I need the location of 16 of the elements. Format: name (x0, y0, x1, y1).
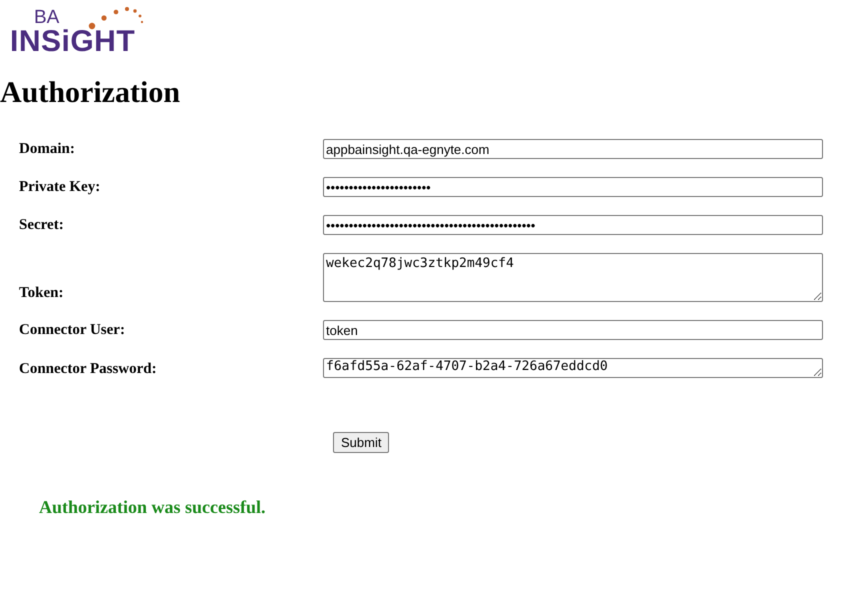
text-field[interactable]: ••••••••••••••••••••••• (323, 177, 823, 197)
submit-button[interactable]: Submit (333, 432, 390, 453)
field-label: Secret: (19, 216, 65, 234)
field-label: Connector Password: (19, 360, 158, 378)
text-area[interactable]: wekec2q78jwc3ztkp2m49cf4 (323, 253, 823, 302)
field-label: Connector User: (19, 321, 126, 339)
field-label: Domain: (19, 140, 76, 158)
success-message: Authorization was successful. (39, 496, 267, 519)
text-field[interactable]: •••••••••••••••••••••••••••••••••••••••••••••• (323, 215, 823, 235)
text-area[interactable]: f6afd55a-62af-4707-b2a4-726a67eddcd0 (323, 358, 823, 378)
field-label: Token: (19, 284, 64, 302)
text-field[interactable]: appbainsight.qa-egnyte.com (323, 139, 823, 159)
page-title: Authorization (0, 78, 181, 108)
field-label: Private Key: (19, 178, 102, 196)
logo: BA INSiGHT (10, 0, 170, 50)
text-field[interactable]: token (323, 320, 823, 340)
